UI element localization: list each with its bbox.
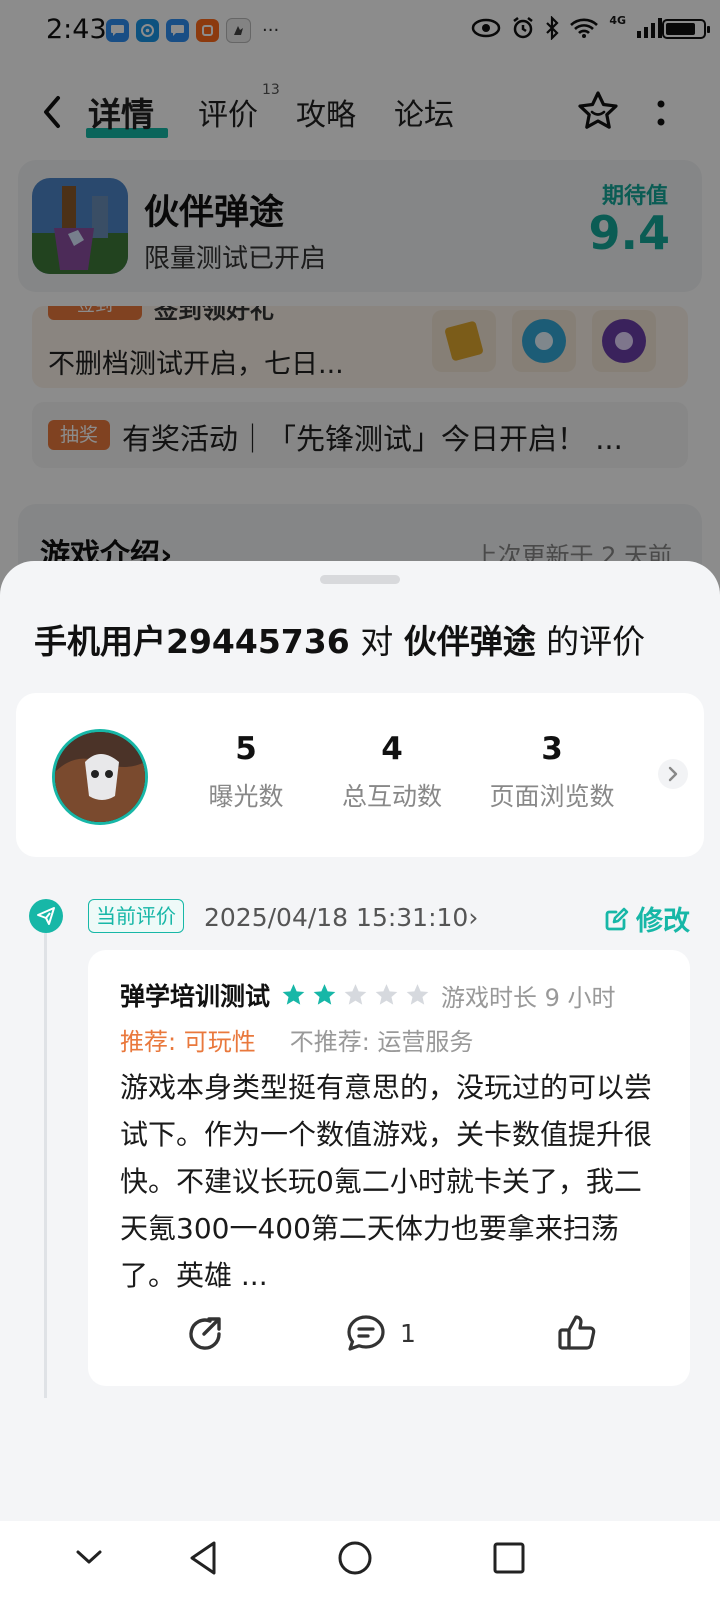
star-empty-icon [344, 984, 367, 1005]
star-empty-icon [406, 984, 429, 1005]
title-game-name: 伙伴弹途 [403, 622, 536, 661]
edit-label: 修改 [636, 906, 690, 937]
stat-exposures: 5 曝光数 [166, 731, 326, 813]
share-button[interactable] [184, 1312, 226, 1354]
avatar [52, 729, 148, 825]
review-date-text: 2025/04/18 15:31:10 [204, 903, 469, 932]
comment-button[interactable]: 1 [344, 1312, 416, 1354]
review-text[interactable]: 游戏本身类型挺有意思的，没玩过的可以尝试下。作为一个数值游戏，关卡数值提升很快。… [120, 1064, 660, 1299]
not-recommend-tag: 不推荐: 运营服务 [289, 1028, 474, 1056]
title-suffix: 的评价 [535, 622, 646, 661]
stats-more-button[interactable] [658, 759, 688, 789]
review-date[interactable]: 2025/04/18 15:31:10› [204, 903, 478, 932]
review-stats-card[interactable]: 5 曝光数 4 总互动数 3 页面浏览数 [16, 693, 704, 857]
reviewer-row: 弹学培训测试 游戏时长 9 小时 [120, 978, 660, 1012]
thumbs-up-icon [558, 1315, 596, 1350]
recents-square-icon[interactable] [492, 1541, 526, 1575]
chevron-down-icon[interactable] [74, 1547, 104, 1567]
star-filled-icon [313, 984, 336, 1005]
modal-dim-overlay[interactable] [0, 0, 720, 600]
share-icon [189, 1317, 221, 1350]
review-bottom-sheet: 手机用户29445736 对 伙伴弹途 的评价 5 曝光数 4 总互动数 3 页… [0, 561, 720, 1521]
playtime: 游戏时长 9 小时 [441, 983, 616, 1012]
stat-interactions: 4 总互动数 [312, 731, 472, 813]
stat-value: 3 [541, 731, 563, 767]
stat-value: 4 [381, 731, 403, 767]
rating-stars [280, 982, 431, 1008]
comment-count: 1 [400, 1318, 416, 1348]
chevron-right-icon: › [468, 903, 479, 932]
reviewer-name: 弹学培训测试 [120, 982, 271, 1011]
title-connector: 对 [349, 622, 404, 661]
send-icon [29, 899, 63, 933]
stat-label: 曝光数 [208, 782, 284, 811]
comment-icon [347, 1315, 385, 1351]
sheet-drag-handle[interactable] [320, 575, 400, 584]
recommend-tag: 推荐: 可玩性 [120, 1028, 256, 1056]
review-tags: 推荐: 可玩性 不推荐: 运营服务 [120, 1022, 473, 1057]
home-circle-icon[interactable] [336, 1539, 374, 1577]
star-empty-icon [375, 984, 398, 1005]
stat-value: 5 [235, 731, 257, 767]
edit-review-button[interactable]: 修改 [604, 899, 690, 938]
star-filled-icon [282, 984, 305, 1005]
current-review-badge: 当前评价 [88, 899, 184, 933]
back-triangle-icon[interactable] [186, 1539, 220, 1577]
review-card[interactable]: 弹学培训测试 游戏时长 9 小时 推荐: 可玩性 不推荐: 运营服务 游戏本身类… [88, 950, 690, 1386]
timeline-line [44, 933, 47, 1398]
stat-label: 页面浏览数 [489, 782, 615, 811]
system-navigation-bar [0, 1521, 720, 1600]
stat-label: 总互动数 [341, 782, 442, 811]
chevron-right-icon [668, 766, 678, 782]
reviewer-user-name: 手机用户29445736 [34, 622, 350, 661]
like-button[interactable] [556, 1312, 598, 1354]
edit-icon [605, 907, 629, 930]
sheet-title: 手机用户29445736 对 伙伴弹途 的评价 [34, 615, 645, 663]
stat-page-views: 3 页面浏览数 [472, 731, 632, 813]
